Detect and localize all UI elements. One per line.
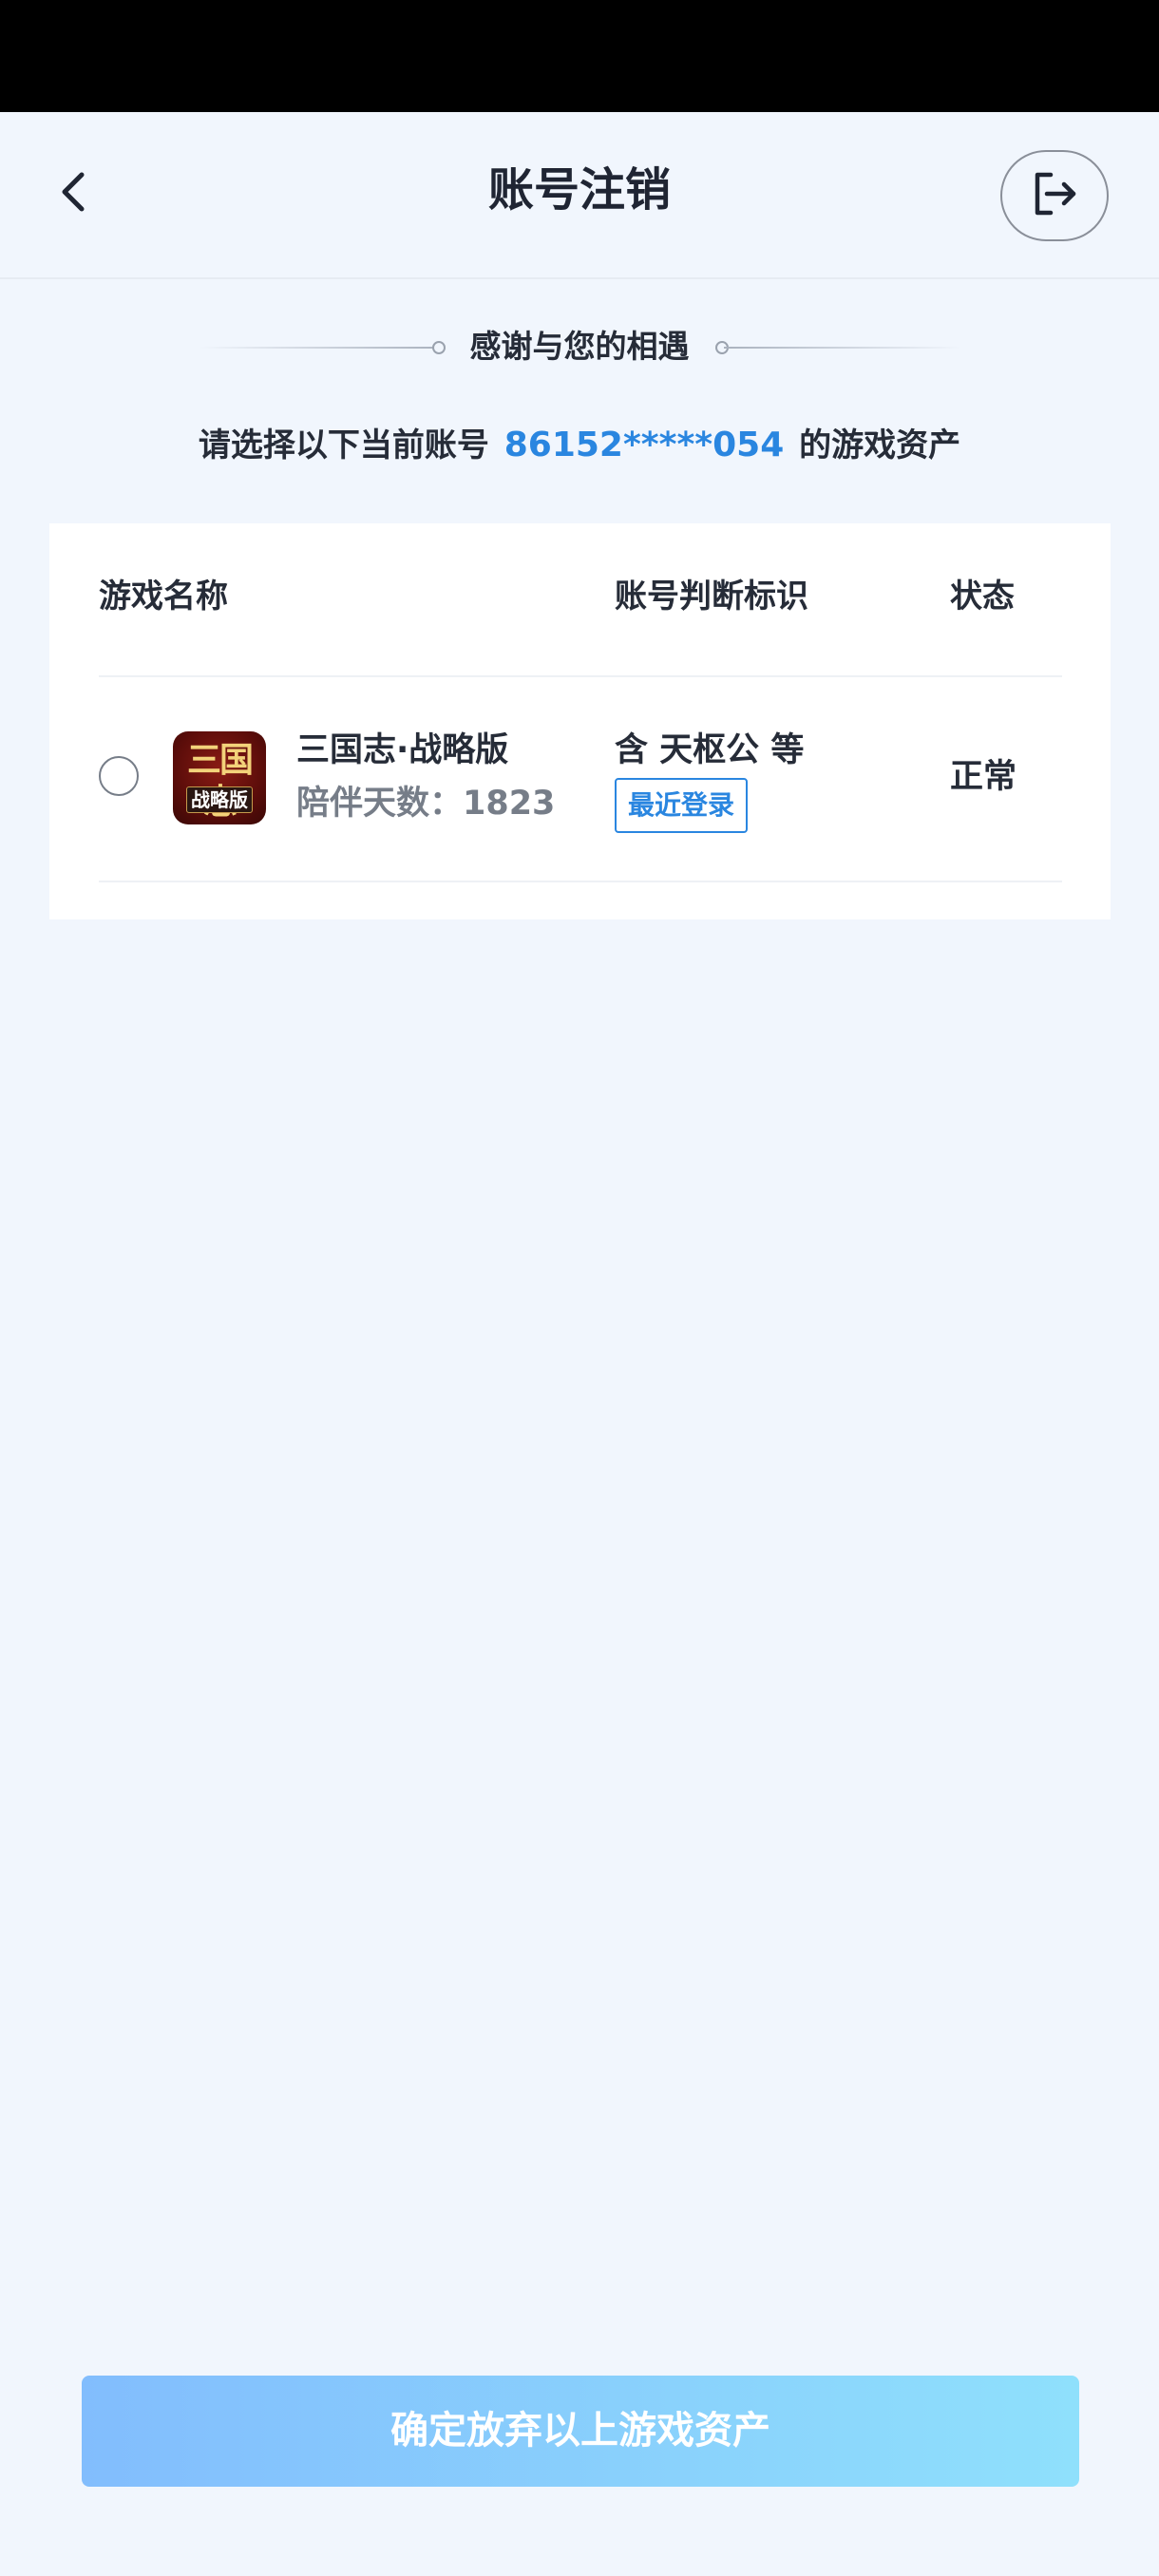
game-status: 正常 [950, 758, 1017, 796]
decorative-line-right [724, 347, 961, 349]
companion-days: 陪伴天数：1823 [296, 785, 556, 823]
recent-login-badge: 最近登录 [615, 778, 749, 833]
instruction-text: 请选择以下当前账号 86152*****054 的游戏资产 [0, 422, 1159, 469]
column-header-name: 游戏名称 [99, 578, 228, 616]
thanks-row: 感谢与您的相遇 [0, 323, 1159, 370]
row-divider [99, 881, 1062, 882]
instruction-prefix: 请选择以下当前账号 [198, 426, 489, 464]
game-name: 三国志·战略版 [296, 731, 509, 769]
page-title: 账号注销 [487, 163, 671, 217]
logout-button[interactable] [1000, 150, 1109, 241]
logout-icon [1028, 167, 1081, 224]
instruction-suffix: 的游戏资产 [799, 426, 961, 464]
column-header-status: 状态 [950, 578, 1015, 616]
status-bar [0, 0, 1159, 112]
header-divider [99, 675, 1062, 677]
thanks-text: 感谢与您的相遇 [469, 328, 690, 365]
column-header-mark: 账号判断标识 [615, 578, 808, 616]
header: 账号注销 [0, 112, 1159, 279]
account-mark: 含 天枢公 等 [615, 731, 805, 769]
confirm-abandon-button[interactable]: 确定放弃以上游戏资产 [82, 2376, 1079, 2487]
select-radio[interactable] [99, 756, 139, 796]
account-number: 86152*****054 [504, 426, 785, 464]
game-icon: 三国志 战略版 [173, 731, 266, 824]
game-asset-table: 游戏名称 账号判断标识 状态 三国志 战略版 三国志·战略版 陪伴天数：1823… [49, 523, 1111, 919]
game-icon-subtitle: 战略版 [186, 786, 253, 813]
